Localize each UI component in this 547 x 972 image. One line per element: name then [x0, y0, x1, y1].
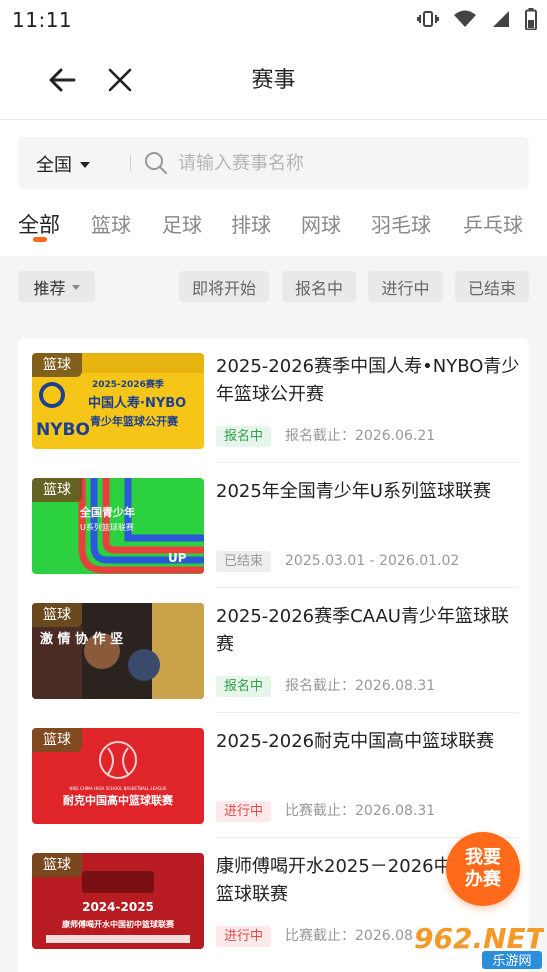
thumb-line2: U系列篮球联赛	[80, 522, 134, 532]
thumb-league-cn: 耐克中国高中篮球联赛	[63, 793, 174, 807]
sport-tag: 篮球	[32, 603, 82, 627]
status-badge: 进行中	[216, 926, 272, 947]
status-badge: 已结束	[216, 551, 272, 572]
thumb-logo: NYBO	[36, 420, 90, 440]
sport-tag: 篮球	[32, 353, 82, 377]
status-time: 11:11	[12, 8, 73, 32]
event-thumbnail: NIKE CHINA HIGH SCHOOL BASKETBALL LEAGUE…	[32, 728, 204, 824]
event-item[interactable]: 激 情 协 作 坚 篮球 2025-2026赛季CAAU青少年篮球联赛 报名中 …	[18, 588, 529, 713]
tab-table-tennis[interactable]: 乒乓球	[463, 209, 523, 238]
vibrate-icon	[417, 9, 439, 33]
event-title: 2025-2026赛季中国人寿•NYBO青少年篮球公开赛	[216, 356, 520, 405]
thumb-logo: UP	[168, 551, 187, 565]
nav-header: 赛事	[0, 40, 547, 120]
active-tab-indicator	[33, 237, 47, 242]
event-title: 2025年全国青少年U系列篮球联赛	[216, 481, 491, 502]
search-bar: 全国	[18, 137, 529, 189]
host-event-button[interactable]: 我要 办赛	[446, 832, 520, 906]
event-item[interactable]: 全国青少年 U系列篮球联赛 UP 篮球 2025年全国青少年U系列篮球联赛 已结…	[18, 463, 529, 588]
thumb-line1: 全国青少年	[79, 505, 135, 519]
thumb-season: 2025-2026赛季	[92, 378, 165, 390]
fab-line1: 我要	[465, 847, 501, 868]
event-thumbnail: 激 情 协 作 坚 篮球	[32, 603, 204, 699]
event-date: 比赛截止：2026.08.31	[285, 803, 436, 819]
status-badge: 报名中	[216, 676, 272, 697]
caret-down-icon	[71, 285, 80, 290]
status-icons	[417, 8, 537, 34]
status-badge: 报名中	[216, 426, 272, 447]
filter-registering[interactable]: 报名中	[282, 271, 356, 302]
thumb-league-en: NIKE CHINA HIGH SCHOOL BASKETBALL LEAGUE	[69, 786, 167, 791]
thumb-line1: 中国人寿·NYBO	[88, 395, 186, 411]
region-label: 全国	[36, 155, 72, 176]
thumb-line2: 青少年篮球公开赛	[90, 414, 179, 428]
watermark-brand: 962.NET	[414, 922, 544, 955]
wifi-icon	[453, 9, 477, 33]
event-thumbnail: 全国青少年 U系列篮球联赛 UP 篮球	[32, 478, 204, 574]
event-date: 报名截止：2026.06.21	[285, 428, 436, 444]
tab-volleyball[interactable]: 排球	[231, 209, 271, 238]
sport-tabs: 全部 篮球 足球 排球 网球 羽毛球 乒乓球	[0, 205, 547, 253]
filter-finished[interactable]: 已结束	[455, 271, 529, 302]
event-thumbnail: 2024-2025 康师傅喝开水中国初中篮球联赛 篮球	[32, 853, 204, 949]
thumb-years: 2024-2025	[82, 900, 154, 914]
watermark-logo: 962.NET 乐游网	[412, 920, 547, 970]
sort-dropdown[interactable]: 推荐	[18, 271, 95, 302]
thumb-league: 康师傅喝开水中国初中篮球联赛	[62, 919, 175, 929]
thumb-slogan: 激 情 协 作 坚	[40, 631, 123, 647]
sport-tag: 篮球	[32, 853, 82, 877]
event-title: 2025-2026耐克中国高中篮球联赛	[216, 731, 495, 752]
battery-icon	[525, 8, 537, 34]
filter-upcoming[interactable]: 即将开始	[179, 271, 269, 302]
region-selector[interactable]: 全国	[36, 151, 90, 177]
event-thumbnail: 2025-2026赛季 中国人寿·NYBO 青少年篮球公开赛 NYBO 篮球	[32, 353, 204, 449]
sport-tag: 篮球	[32, 478, 82, 502]
tab-tennis[interactable]: 网球	[301, 209, 341, 238]
filter-ongoing[interactable]: 进行中	[368, 271, 443, 302]
sport-tag: 篮球	[32, 728, 82, 752]
status-bar: 11:11	[0, 0, 547, 40]
event-item[interactable]: NIKE CHINA HIGH SCHOOL BASKETBALL LEAGUE…	[18, 713, 529, 838]
fab-line2: 办赛	[465, 869, 501, 890]
divider	[130, 155, 131, 171]
signal-icon	[491, 9, 511, 33]
tab-all[interactable]: 全部	[18, 209, 60, 239]
tab-football[interactable]: 足球	[162, 209, 202, 238]
status-badge: 进行中	[216, 801, 272, 822]
caret-down-icon	[80, 162, 90, 168]
search-input[interactable]	[178, 147, 508, 179]
watermark-sub: 乐游网	[492, 954, 531, 969]
tab-badminton[interactable]: 羽毛球	[371, 209, 431, 238]
search-icon	[144, 151, 168, 179]
event-title: 2025-2026赛季CAAU青少年篮球联赛	[216, 606, 509, 655]
event-date: 报名截止：2026.08.31	[285, 678, 436, 694]
event-date: 比赛截止：2026.08	[285, 928, 413, 944]
tab-basketball[interactable]: 篮球	[91, 209, 131, 238]
event-date: 2025.03.01 - 2026.01.02	[285, 553, 460, 569]
filter-bar: 推荐 即将开始 报名中 进行中 已结束	[0, 256, 547, 322]
sort-label: 推荐	[33, 278, 66, 298]
event-item[interactable]: 2025-2026赛季 中国人寿·NYBO 青少年篮球公开赛 NYBO 篮球 2…	[18, 338, 529, 463]
page-title: 赛事	[251, 68, 296, 93]
